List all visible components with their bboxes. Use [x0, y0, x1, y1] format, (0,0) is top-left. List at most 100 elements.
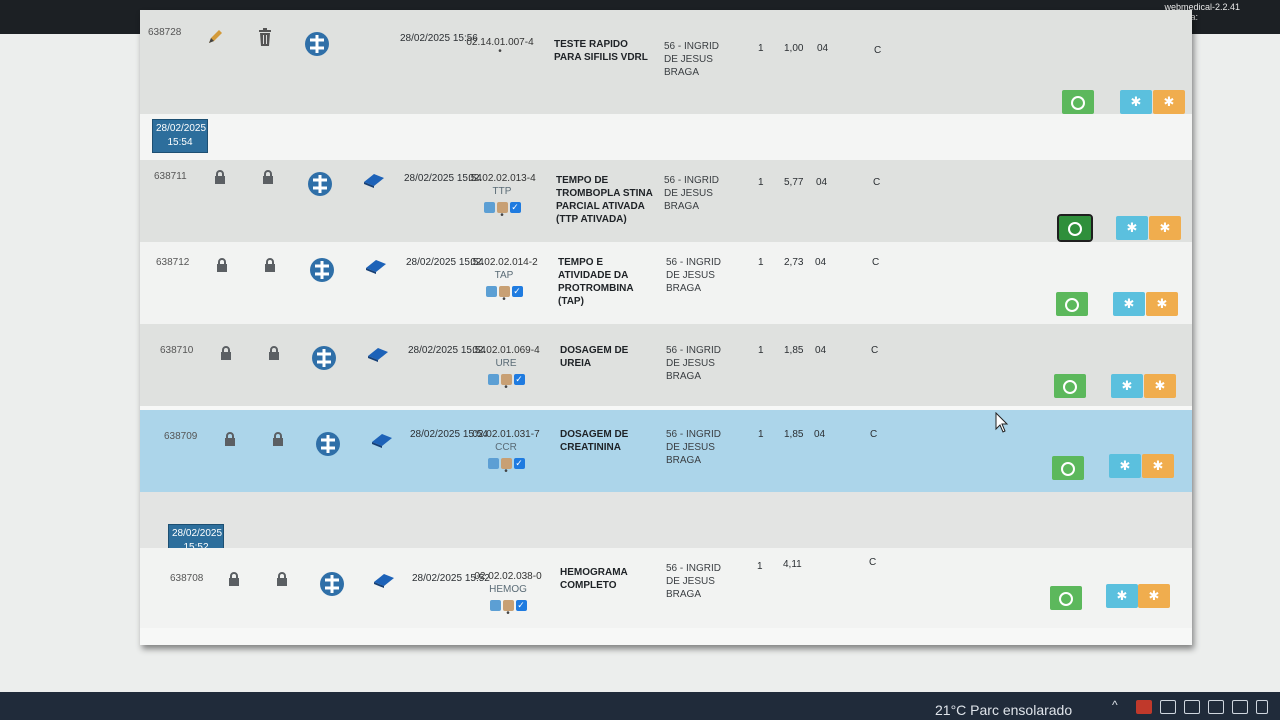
action-blue-button[interactable]: ✱ [1106, 584, 1138, 608]
gear-icon: ✱ [1159, 220, 1171, 235]
table-row[interactable]: 638710 28/02/2025 15:54 02.02.01.069-4 U… [140, 324, 1192, 406]
action-green-button[interactable] [1056, 292, 1088, 316]
speaker-icon[interactable] [1256, 700, 1268, 714]
table-row[interactable]: 638708 28/02/2025 15:52 02.02.02.038-0 H… [140, 548, 1192, 628]
lock-icon [265, 258, 275, 272]
row-value: 1,00 [784, 43, 804, 54]
dot-marker: • [506, 608, 510, 619]
printer-icon[interactable] [487, 458, 499, 469]
gear-icon: ✱ [1130, 94, 1142, 109]
action-green-button[interactable] [1054, 374, 1086, 398]
row-col: 04 [815, 257, 827, 268]
printer-icon[interactable] [487, 374, 499, 385]
row-status: C [874, 45, 882, 56]
date-separator: 28/02/2025 15:52 [140, 492, 1192, 558]
chevron-up-icon[interactable]: ^ [1112, 698, 1126, 712]
row-description: DOSAGEM DE UREIA [560, 345, 629, 369]
lock-icon [263, 170, 273, 184]
weather-widget[interactable]: 21°C Parc ensolarado [935, 702, 1072, 718]
gear-icon: ✱ [1126, 220, 1138, 235]
eraser-icon[interactable] [366, 346, 390, 362]
row-value: 4,11 [783, 559, 802, 570]
action-orange-button[interactable]: ✱ [1138, 584, 1170, 608]
sus-logo-icon [320, 572, 344, 596]
action-green-button[interactable] [1057, 214, 1093, 242]
eraser-icon[interactable] [370, 432, 394, 448]
dot-marker: • [502, 294, 506, 305]
action-green-button[interactable] [1050, 586, 1082, 610]
table-row[interactable]: 638712 28/02/2025 15:54 02.02.02.014-2 T… [140, 242, 1192, 324]
windows-icon[interactable] [1184, 700, 1200, 714]
action-orange-button[interactable]: ✱ [1142, 454, 1174, 478]
row-professional: 56 - INGRID DE JESUS BRAGA [664, 175, 720, 212]
printer-icon[interactable] [485, 286, 497, 297]
eraser-icon[interactable] [362, 172, 386, 188]
checkbox-icon[interactable]: ✓ [509, 202, 521, 213]
row-description: TEMPO DE TROMBOPLA STINA PARCIAL ATIVADA… [556, 175, 653, 225]
row-id: 638708 [170, 573, 204, 584]
trash-icon[interactable] [258, 28, 272, 46]
checkbox-icon[interactable]: ✓ [511, 286, 523, 297]
eraser-icon[interactable] [364, 258, 388, 274]
gear-icon: ✱ [1163, 94, 1175, 109]
lock-icon [221, 346, 231, 360]
action-orange-button[interactable]: ✱ [1149, 216, 1181, 240]
checkbox-icon[interactable]: ✓ [513, 458, 525, 469]
table-row[interactable]: 638711 28/02/2025 15:54 02.02.02.013-4 T… [140, 160, 1192, 242]
circle-icon [1068, 221, 1082, 236]
circle-icon [1061, 461, 1075, 476]
dot-marker: • [498, 46, 502, 57]
badge-date: 28/02/2025 [172, 528, 223, 539]
app-tray-icon[interactable] [1136, 700, 1152, 714]
action-blue-button[interactable]: ✱ [1111, 374, 1143, 398]
printer-icon[interactable] [483, 202, 495, 213]
action-orange-button[interactable]: ✱ [1144, 374, 1176, 398]
printer-icon[interactable] [489, 600, 501, 611]
monitor-icon[interactable] [1232, 700, 1248, 714]
row-qty: 1 [758, 429, 764, 440]
lock-icon [215, 170, 225, 184]
action-blue-button[interactable]: ✱ [1109, 454, 1141, 478]
row-description: TEMPO E ATIVIDADE DA PROTROMBINA (TAP) [558, 257, 634, 307]
procedures-table: 638728 28/02/2025 15:56 02.14.01.007-4 •… [140, 10, 1192, 645]
procedure-code: 02.02.02.014-2 [470, 257, 538, 268]
procedure-abbr: TAP [494, 270, 514, 281]
row-id: 638728 [148, 27, 182, 38]
badge-time: 15:54 [167, 137, 193, 148]
action-blue-button[interactable]: ✱ [1120, 90, 1152, 114]
badge-date: 28/02/2025 [156, 123, 207, 134]
row-professional: 56 - INGRID DE JESUS BRAGA [666, 345, 722, 382]
row-code: 02.02.01.069-4 URE ✓ • [466, 344, 546, 393]
row-status: C [869, 557, 877, 568]
action-orange-button[interactable]: ✱ [1153, 90, 1185, 114]
row-description: DOSAGEM DE CREATININA [560, 429, 629, 453]
pencil-icon[interactable] [206, 28, 224, 46]
action-green-button[interactable] [1052, 456, 1084, 480]
action-green-button[interactable] [1062, 90, 1094, 114]
action-orange-button[interactable]: ✱ [1146, 292, 1178, 316]
row-value: 5,77 [784, 177, 804, 188]
copy-icon[interactable] [1208, 700, 1224, 714]
row-col: 04 [815, 345, 827, 356]
lock-icon [269, 346, 279, 360]
circle-icon [1071, 95, 1085, 110]
procedure-code: 02.02.01.031-7 [472, 429, 540, 440]
gear-icon: ✱ [1156, 296, 1168, 311]
dot-marker: • [504, 466, 508, 477]
eraser-icon[interactable] [372, 572, 396, 588]
table-row[interactable]: 638709 28/02/2025 15:54 02.02.01.031-7 C… [140, 410, 1192, 492]
action-blue-button[interactable]: ✱ [1113, 292, 1145, 316]
row-description: TESTE RAPIDO PARA SIFILIS VDRL [554, 39, 648, 63]
action-blue-button[interactable]: ✱ [1116, 216, 1148, 240]
dot-marker: • [504, 382, 508, 393]
table-row[interactable]: 638728 28/02/2025 15:56 02.14.01.007-4 •… [140, 10, 1192, 114]
network-icon[interactable] [1160, 700, 1176, 714]
gear-icon: ✱ [1121, 378, 1133, 393]
checkbox-icon[interactable]: ✓ [513, 374, 525, 385]
checkbox-icon[interactable]: ✓ [515, 600, 527, 611]
lock-icon [277, 572, 287, 586]
procedure-code: 02.02.02.013-4 [468, 173, 536, 184]
row-code: 02.02.02.014-2 TAP ✓ • [464, 256, 544, 305]
lock-icon [217, 258, 227, 272]
row-value: 1,85 [784, 429, 804, 440]
